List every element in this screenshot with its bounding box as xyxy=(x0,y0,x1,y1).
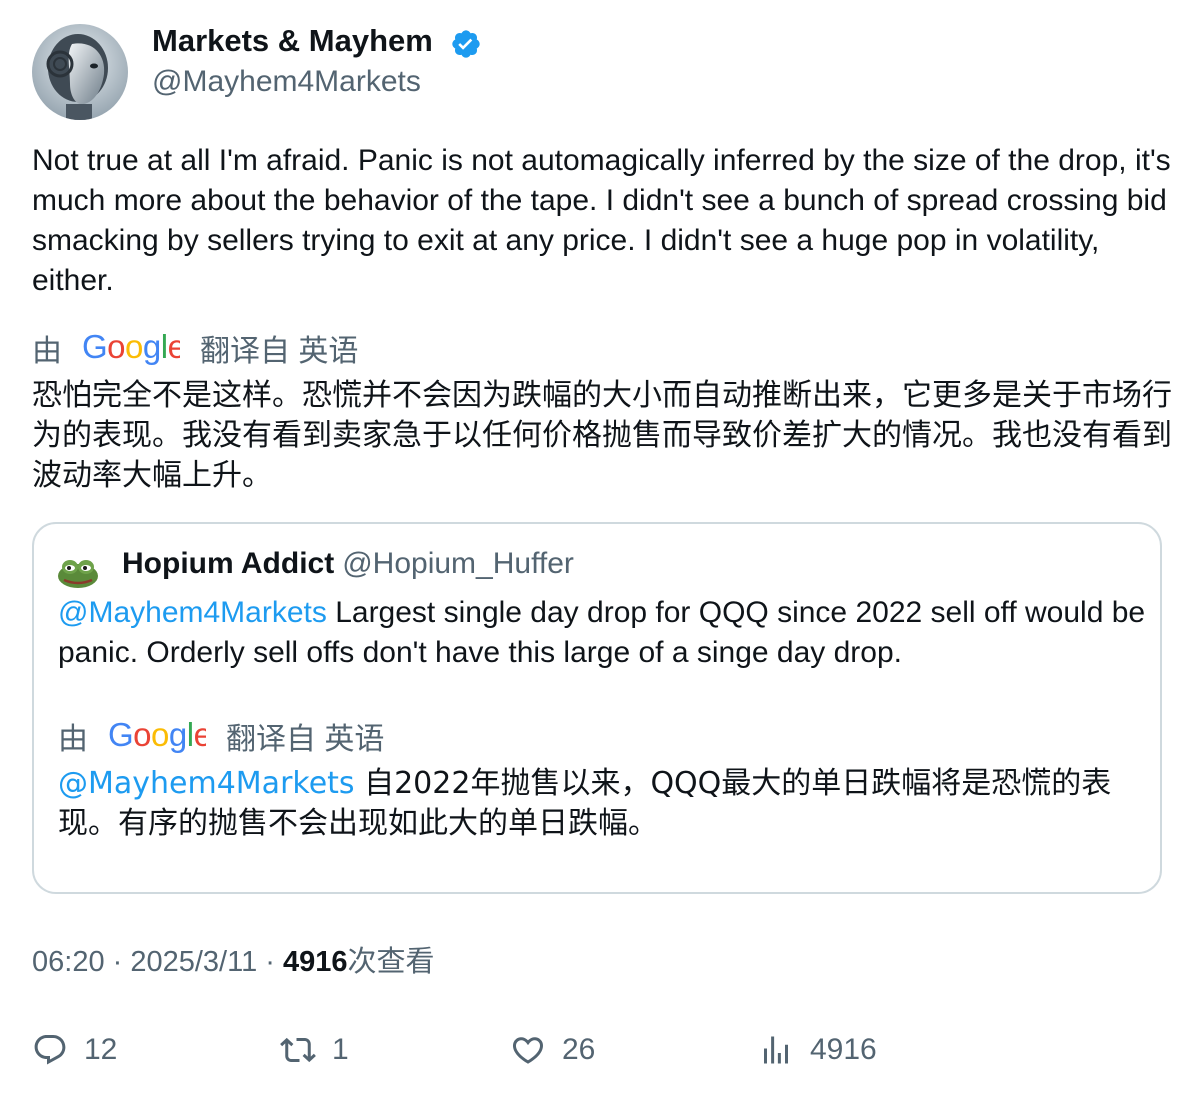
quote-translation-attribution: 由 Google 翻译自 英语 xyxy=(58,716,384,756)
quote-translate-from-label: 翻译自 英语 xyxy=(226,723,385,756)
retweet-count: 1 xyxy=(332,1033,349,1066)
views-count: 4916 xyxy=(810,1033,877,1066)
tweet-views-count: 4916 xyxy=(283,946,348,978)
translate-by-label: 由 xyxy=(32,335,62,368)
retweet-button[interactable]: 1 xyxy=(280,1028,349,1072)
tweet-meta: 06:20 · 2025/3/11 · 4916次查看 xyxy=(32,942,435,982)
quote-google-logo: Google xyxy=(108,719,206,753)
meta-separator: · xyxy=(104,946,131,978)
quote-author-display-name[interactable]: Hopium Addict xyxy=(122,547,334,580)
robot-avatar-icon xyxy=(32,24,128,120)
quote-translated-mention-link[interactable]: @Mayhem4Markets xyxy=(58,766,355,801)
svg-text:Google: Google xyxy=(108,719,206,753)
translated-tweet-text: 恐怕完全不是这样。恐慌并不会因为跌幅的大小而自动推断出来，它更多是关于市场行为的… xyxy=(32,378,1172,493)
tweet-views-label: 次查看 xyxy=(347,946,435,978)
google-logo: Google xyxy=(82,331,180,365)
quote-author-line: Hopium Addict @Hopium_Huffer xyxy=(122,545,574,583)
translation-attribution: 由 Google 翻译自 英语 xyxy=(32,328,358,368)
heart-icon xyxy=(512,1037,544,1064)
tweet-text: Not true at all I'm afraid. Panic is not… xyxy=(32,144,1180,297)
reply-count: 12 xyxy=(84,1033,118,1066)
quoted-tweet-text: @Mayhem4Markets Largest single day drop … xyxy=(58,593,1148,673)
quote-mention-link[interactable]: @Mayhem4Markets xyxy=(58,596,327,629)
like-count: 26 xyxy=(562,1033,596,1066)
author-avatar[interactable] xyxy=(32,24,128,120)
meta-separator: · xyxy=(257,946,284,978)
retweet-icon xyxy=(280,1037,316,1063)
verified-badge-icon xyxy=(450,28,482,60)
like-button[interactable]: 26 xyxy=(510,1028,595,1072)
reply-button[interactable]: 12 xyxy=(32,1028,117,1072)
quote-author-avatar[interactable] xyxy=(56,554,100,590)
translate-from-label: 翻译自 英语 xyxy=(200,335,359,368)
quote-translate-by-label: 由 xyxy=(58,723,88,756)
tweet-time[interactable]: 06:20 xyxy=(32,946,105,978)
quote-author-handle[interactable]: @Hopium_Huffer xyxy=(342,547,574,580)
reply-icon xyxy=(34,1035,66,1065)
svg-text:Google: Google xyxy=(82,331,180,365)
author-handle[interactable]: @Mayhem4Markets xyxy=(152,63,421,101)
quote-translated-text: @Mayhem4Markets 自2022年抛售以来，QQQ最大的单日跌幅将是恐… xyxy=(58,764,1148,844)
tweet-date[interactable]: 2025/3/11 xyxy=(130,946,257,978)
analytics-icon xyxy=(764,1036,788,1064)
frog-avatar-icon xyxy=(58,560,98,588)
views-button[interactable]: 4916 xyxy=(758,1028,877,1072)
author-display-name[interactable]: Markets & Mayhem xyxy=(152,22,433,60)
